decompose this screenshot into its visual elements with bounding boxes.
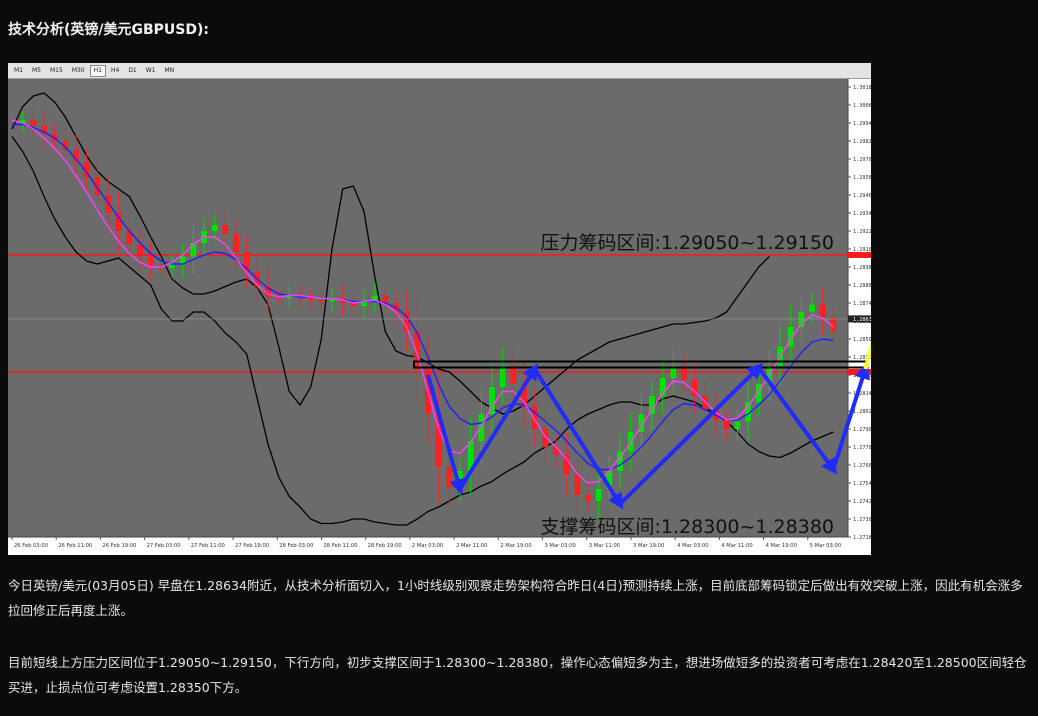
candle-body [137, 244, 143, 257]
candle-body [30, 120, 37, 126]
x-tick-label: 3 Mar 11:00 [589, 543, 620, 549]
candle-body [147, 256, 154, 266]
x-tick-label: 4 Mar 11:00 [721, 543, 752, 549]
x-tick-label: 27 Feb 03:00 [147, 543, 181, 549]
x-tick-label: 4 Mar 03:00 [677, 543, 708, 549]
y-tick-label: 1.27540 [853, 481, 871, 487]
candle-body [211, 225, 218, 231]
timeframe-button-h1[interactable]: H1 [89, 64, 106, 77]
x-tick-label: 27 Feb 19:00 [235, 543, 269, 549]
candle-body [94, 177, 101, 195]
y-tick-label: 1.27780 [853, 445, 871, 451]
timeframe-button-w1[interactable]: W1 [142, 65, 160, 77]
y-tick-label: 1.29220 [853, 229, 871, 235]
candle-body [809, 304, 815, 312]
candle-body [819, 304, 826, 318]
plot-area [8, 79, 848, 537]
candle-body [585, 495, 591, 501]
timeframe-button-m5[interactable]: M5 [28, 65, 45, 77]
y-tick-label: 1.27180 [853, 535, 871, 541]
candle-body [222, 225, 229, 234]
x-tick-label: 4 Mar 19:00 [766, 543, 797, 549]
candle-body [734, 421, 741, 429]
y-tick-label: 1.28860 [853, 283, 871, 289]
current-price-label: 1.28634 [853, 317, 871, 323]
candle-body [755, 384, 762, 402]
y-tick-label: 1.30180 [853, 85, 871, 91]
candle-body [553, 447, 559, 455]
y-tick-label: 1.27420 [853, 499, 871, 505]
y-tick-label: 1.30060 [853, 103, 871, 109]
x-tick-label: 26 Feb 11:00 [58, 543, 92, 549]
candle-body [478, 414, 485, 441]
timeframe-button-h4[interactable]: H4 [107, 65, 123, 77]
y-tick-label: 1.29460 [853, 193, 871, 199]
timeframe-button-m1[interactable]: M1 [10, 65, 27, 77]
chart-canvas: 1.30180 1.30060 1.29940 1.29820 1.29700 1.295… [8, 79, 871, 555]
y-tick-label: 1.28740 [853, 301, 871, 307]
candle-body [595, 489, 602, 501]
x-tick-label: 2 Mar 19:00 [500, 543, 531, 549]
candle-body [499, 366, 506, 387]
y-tick-label: 1.29820 [853, 139, 871, 145]
candle-body [723, 420, 730, 429]
x-tick-label: 3 Mar 03:00 [545, 543, 576, 549]
x-tick-label: 28 Feb 11:00 [323, 543, 357, 549]
y-tick-label: 1.28500 [853, 337, 871, 343]
timeframe-button-m15[interactable]: M15 [46, 65, 67, 77]
timeframe-button-m30[interactable]: M30 [68, 65, 89, 77]
candle-body [510, 366, 517, 384]
x-tick-label: 2 Mar 11:00 [456, 543, 487, 549]
x-tick-label: 2 Mar 03:00 [412, 543, 443, 549]
x-tick-label: 26 Feb 19:00 [102, 543, 136, 549]
y-tick-label: 1.27660 [853, 463, 871, 469]
candle-body [574, 474, 581, 495]
y-tick-label: 1.29580 [853, 175, 871, 181]
x-tick-label: 27 Feb 11:00 [191, 543, 225, 549]
candle-body [318, 300, 325, 302]
timeframe-button-mn[interactable]: MN [161, 65, 179, 77]
support-price-tag [848, 369, 871, 375]
y-tick-label: 1.29940 [853, 121, 871, 127]
candle-body [233, 234, 239, 252]
candle-body [382, 295, 389, 303]
y-tick-label: 1.27900 [853, 427, 871, 433]
analysis-paragraph-1: 今日英镑/美元(03月05日) 早盘在1.28634附近，从技术分析面切入，1小… [8, 578, 1023, 618]
x-tick-label: 28 Feb 19:00 [368, 543, 402, 549]
article-heading: 技术分析(英镑/美元GBPUSD): [8, 22, 210, 38]
y-tick-label: 1.29700 [853, 157, 871, 163]
timeframe-button-d1[interactable]: D1 [124, 65, 140, 77]
x-tick-label: 3 Mar 19:00 [633, 543, 664, 549]
candle-body [649, 396, 655, 414]
support-label: 支撑筹码区间:1.28300~1.28380 [541, 516, 834, 538]
x-tick-label: 28 Feb 03:00 [279, 543, 313, 549]
resistance-price-tag [848, 252, 871, 258]
timeframe-toolbar: M1 M5 M15 M30 H1 H4 D1 W1 MN [8, 63, 871, 79]
x-tick-label: 26 Feb 03:00 [14, 543, 48, 549]
analysis-paragraph-2: 目前短线上方压力区间位于1.29050~1.29150，下行方向，初步支撑区间于… [8, 655, 1027, 695]
y-tick-label: 1.28980 [853, 265, 871, 271]
y-tick-label: 1.27300 [853, 517, 871, 523]
y-tick-label: 1.29340 [853, 211, 871, 217]
y-tick-label: 1.28020 [853, 409, 871, 415]
x-tick-label: 5 Mar 03:00 [810, 543, 841, 549]
price-chart: M1M5M15M30H1H4D1W1MN 1.30180 1.30060 1.299… [8, 63, 871, 555]
candle-body [105, 195, 111, 213]
candle-body [446, 466, 453, 488]
resistance-label: 压力筹码区间:1.29050~1.29150 [541, 232, 834, 254]
